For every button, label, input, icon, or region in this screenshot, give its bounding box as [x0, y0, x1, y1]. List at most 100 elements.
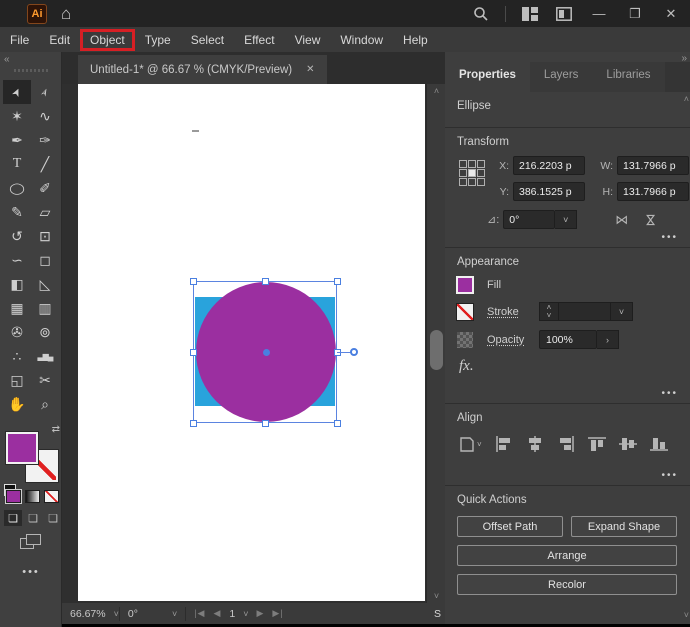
scroll-up-icon[interactable]: ˄	[427, 86, 446, 96]
menu-view[interactable]: View	[285, 29, 331, 51]
angle-chevron-icon[interactable]: ˅	[555, 210, 577, 229]
expand-shape-button[interactable]: Expand Shape	[571, 516, 677, 537]
fx-button[interactable]: fx.	[459, 358, 678, 375]
menu-type[interactable]: Type	[135, 29, 181, 51]
paintbrush-tool[interactable]: ✐	[31, 176, 59, 200]
width-tool[interactable]: ∽	[3, 248, 31, 272]
opacity-label[interactable]: Opacity	[487, 334, 539, 346]
artboard-tool[interactable]: ◱	[3, 368, 31, 392]
minimize-button[interactable]: —	[588, 6, 610, 21]
ellipse-tool[interactable]: ◯	[3, 176, 31, 200]
opacity-icon[interactable]	[457, 332, 473, 348]
scroll-down-icon[interactable]: ˅	[427, 591, 446, 601]
selection-handle[interactable]	[190, 278, 197, 285]
appearance-more-icon[interactable]: •••	[661, 388, 678, 399]
selection-handle[interactable]	[334, 278, 341, 285]
align-left-icon[interactable]	[495, 436, 513, 452]
toolbar-grip[interactable]	[14, 69, 48, 72]
eyedropper-tool[interactable]: ✇	[3, 320, 31, 344]
zoom-level-dropdown[interactable]: 66.67%	[62, 608, 114, 620]
align-vertical-center-icon[interactable]	[619, 436, 637, 452]
pen-tool[interactable]: ✒	[3, 128, 31, 152]
previous-artboard-icon[interactable]: ◀	[213, 608, 221, 619]
workspace-switcher-icon[interactable]	[520, 4, 540, 24]
align-top-icon[interactable]	[588, 436, 606, 452]
home-icon[interactable]: ⌂	[61, 5, 71, 22]
selection-handle[interactable]	[334, 420, 341, 427]
rotation-chevron-icon[interactable]: ˅	[172, 609, 177, 619]
stroke-weight-field[interactable]	[559, 302, 611, 321]
blend-tool[interactable]: ⊚	[31, 320, 59, 344]
fill-color-swatch[interactable]	[457, 277, 473, 293]
opacity-field[interactable]: 100%	[539, 330, 597, 349]
mesh-tool[interactable]: ▦	[3, 296, 31, 320]
menu-select[interactable]: Select	[181, 29, 234, 51]
arrange-documents-icon[interactable]	[554, 4, 574, 24]
transform-more-icon[interactable]: •••	[661, 232, 678, 243]
scale-tool[interactable]: ⊡	[31, 224, 59, 248]
symbol-sprayer-tool[interactable]: ∴	[3, 344, 31, 368]
menu-help[interactable]: Help	[393, 29, 438, 51]
scrollbar-thumb[interactable]	[430, 330, 443, 370]
toolbar-collapse-icon[interactable]: «	[4, 54, 9, 65]
free-transform-tool[interactable]: ◻	[31, 248, 59, 272]
search-icon[interactable]	[471, 4, 491, 24]
flip-vertical-icon[interactable]: ⋈	[643, 213, 659, 226]
rotate-handle[interactable]	[350, 348, 358, 356]
eraser-tool[interactable]: ▱	[31, 200, 59, 224]
artboard[interactable]	[78, 84, 425, 601]
menu-file[interactable]: File	[0, 29, 39, 51]
close-button[interactable]: ✕	[660, 6, 682, 22]
menu-edit[interactable]: Edit	[39, 29, 80, 51]
zoom-tool[interactable]: ⌕	[31, 392, 59, 416]
tab-layers[interactable]: Layers	[530, 62, 593, 92]
draw-inside-mode-icon[interactable]: ❏	[44, 510, 62, 526]
menu-object[interactable]: Object	[80, 29, 135, 51]
edit-toolbar-icon[interactable]: •••	[0, 566, 62, 578]
rotation-angle-field[interactable]: 0°	[503, 210, 555, 229]
draw-behind-mode-icon[interactable]: ❏	[24, 510, 42, 526]
w-field[interactable]: 131.7966 p	[617, 156, 689, 175]
object-center-point[interactable]	[263, 349, 270, 356]
stroke-weight-chevron-icon[interactable]: ˅	[611, 302, 633, 321]
selection-handle[interactable]	[262, 420, 269, 427]
shape-builder-tool[interactable]: ◧	[3, 272, 31, 296]
pencil-tool[interactable]: ✎	[3, 200, 31, 224]
direct-selection-tool[interactable]: ➢	[31, 80, 59, 104]
align-more-icon[interactable]: •••	[661, 470, 678, 481]
recolor-button[interactable]: Recolor	[457, 574, 677, 595]
curvature-tool[interactable]: ✑	[31, 128, 59, 152]
h-field[interactable]: 131.7966 p	[617, 182, 689, 201]
line-segment-tool[interactable]: ╱	[31, 152, 59, 176]
tab-libraries[interactable]: Libraries	[592, 62, 664, 92]
document-close-icon[interactable]: ✕	[306, 64, 314, 75]
fill-label[interactable]: Fill	[487, 279, 539, 291]
align-to-selection-icon[interactable]: ˅	[459, 437, 482, 452]
stroke-color-swatch[interactable]	[457, 304, 473, 320]
x-field[interactable]: 216.2203 p	[513, 156, 585, 175]
type-tool[interactable]: T	[3, 152, 31, 176]
menu-window[interactable]: Window	[330, 29, 393, 51]
change-screen-mode-icon[interactable]	[20, 534, 42, 550]
y-field[interactable]: 386.1525 p	[513, 182, 585, 201]
color-button[interactable]	[6, 490, 21, 503]
arrange-button[interactable]: Arrange	[457, 545, 677, 566]
next-artboard-icon[interactable]: ▶	[249, 608, 273, 619]
slice-tool[interactable]: ✂	[31, 368, 59, 392]
rotation-dropdown[interactable]: 0°	[120, 608, 146, 620]
offset-path-button[interactable]: Offset Path	[457, 516, 563, 537]
draw-normal-mode-icon[interactable]: ❏	[4, 510, 22, 526]
last-artboard-icon[interactable]: ▶|	[272, 608, 283, 619]
gradient-button[interactable]	[25, 490, 40, 503]
reference-point-icon[interactable]	[459, 160, 485, 208]
canvas-vertical-scrollbar[interactable]: ˄ ˅	[426, 84, 445, 603]
align-bottom-icon[interactable]	[650, 436, 668, 452]
stroke-weight-stepper[interactable]: ˄˅	[539, 302, 559, 321]
magic-wand-tool[interactable]: ✶	[3, 104, 31, 128]
selection-handle[interactable]	[262, 278, 269, 285]
stroke-label[interactable]: Stroke	[487, 306, 539, 318]
hand-tool[interactable]: ✋	[3, 392, 31, 416]
first-artboard-icon[interactable]: |◀	[186, 608, 213, 619]
swap-fill-stroke-icon[interactable]: ⇄	[52, 424, 60, 435]
perspective-grid-tool[interactable]: ◺	[31, 272, 59, 296]
